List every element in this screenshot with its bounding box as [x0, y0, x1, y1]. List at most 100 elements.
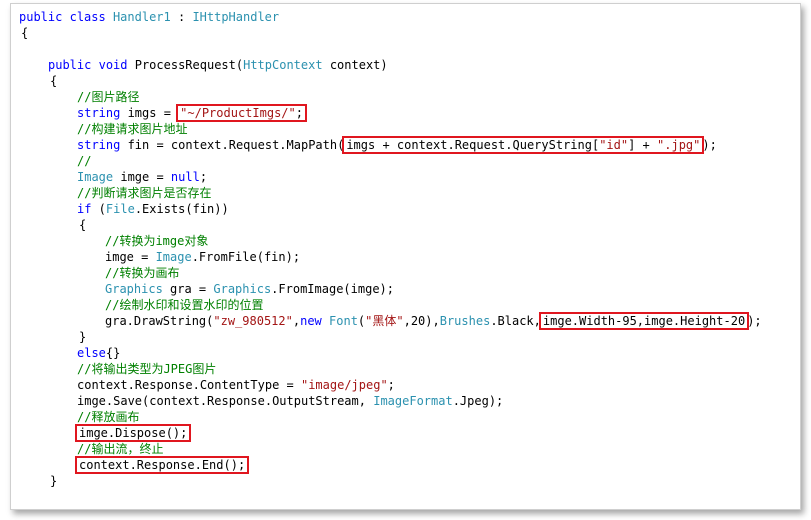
- string-literal: "zw_980512": [213, 314, 293, 328]
- code-line: gra.DrawString("zw_980512",new Font("黑体"…: [105, 312, 762, 330]
- code-line: //: [77, 153, 91, 169]
- keyword: null: [170, 170, 200, 184]
- type-name: ImageFormat: [373, 394, 453, 408]
- code-line: }: [50, 473, 57, 489]
- comment: //转换为imge对象: [105, 234, 209, 248]
- code-line: {: [50, 73, 57, 89]
- code-text: imgs =: [120, 106, 179, 120]
- code-line: }: [79, 329, 86, 345]
- code-text: ,: [292, 314, 301, 328]
- comment: //将输出类型为JPEG图片: [77, 362, 217, 376]
- code-line: //输出流，终止: [77, 441, 163, 457]
- code-line: string fin = context.Request.MapPath(img…: [77, 136, 717, 154]
- brace: {: [50, 74, 58, 88]
- bottom-fade: [11, 502, 800, 509]
- code-line: //将输出类型为JPEG图片: [77, 361, 216, 377]
- code-line: context.Response.End();: [75, 456, 250, 474]
- type-name: Image: [77, 170, 114, 184]
- code-line: imge.Save(context.Response.OutputStream,…: [77, 393, 503, 409]
- code-text: :: [170, 10, 193, 24]
- comment: //判断请求图片是否存在: [77, 186, 212, 200]
- code-text: .Black,: [490, 314, 541, 328]
- comment: //绘制水印和设置水印的位置: [105, 298, 264, 312]
- string-literal: "id": [599, 138, 629, 152]
- method-name: ProcessRequest(: [134, 58, 244, 72]
- code-line: public class Handler1 : IHttpHandler: [19, 9, 279, 25]
- code-line: context.Response.ContentType = "image/jp…: [77, 377, 395, 393]
- code-line: public void ProcessRequest(HttpContext c…: [48, 57, 388, 73]
- code-text: imge =: [105, 250, 156, 264]
- code-text: imge.Save(context.Response.OutputStream,: [77, 394, 374, 408]
- code-line: //释放画布: [77, 409, 139, 425]
- code-text: gra.DrawString(: [105, 314, 214, 328]
- highlight-box: imge.Dispose();: [75, 424, 192, 442]
- highlight-box: context.Response.End();: [75, 456, 250, 474]
- code-line: //转换为画布: [105, 265, 179, 281]
- code-text: .FromImage(imge);: [271, 282, 394, 296]
- highlight-box: "~/ProductImgs/";: [176, 104, 307, 122]
- code-text: imge =: [113, 170, 171, 184]
- code-text: ,20),: [403, 314, 440, 328]
- keyword: class: [69, 10, 106, 24]
- code-line: imge = Image.FromFile(fin);: [105, 249, 300, 265]
- keyword: public: [48, 58, 92, 72]
- code-text: fin = context.Request.MapPath(: [120, 138, 345, 152]
- code-line: if (File.Exists(fin)): [77, 201, 229, 217]
- code-text: {}: [105, 346, 121, 360]
- code-text: .Jpeg);: [452, 394, 504, 408]
- type-name: Graphics: [213, 282, 272, 296]
- string-literal: "~/ProductImgs/": [180, 106, 296, 120]
- code-text: gra =: [162, 282, 214, 296]
- code-text: context.Response.ContentType =: [77, 378, 301, 392]
- type-name: IHttpHandler: [192, 10, 280, 24]
- code-line: {: [79, 217, 86, 233]
- keyword: else: [77, 346, 106, 360]
- brace: }: [50, 474, 58, 488]
- comment: //转换为画布: [105, 266, 180, 280]
- code-line: //转换为imge对象: [105, 233, 208, 249]
- comment: //输出流，终止: [77, 442, 164, 456]
- string-literal: "黑体": [365, 314, 404, 328]
- brace: {: [79, 218, 87, 232]
- type-name: Image: [155, 250, 192, 264]
- code-line: //判断请求图片是否存在: [77, 185, 211, 201]
- code-line: Graphics gra = Graphics.FromImage(imge);: [105, 281, 394, 297]
- comment: //图片路径: [77, 90, 140, 104]
- code-text: );: [747, 314, 762, 328]
- code-text: .FromFile(fin);: [191, 250, 301, 264]
- code-line: //构建请求图片地址: [77, 121, 187, 137]
- code-text: context): [322, 58, 388, 72]
- keyword: string: [77, 106, 121, 120]
- type-name: Font: [329, 314, 358, 328]
- code-text: (: [91, 202, 106, 216]
- code-line: //图片路径: [77, 89, 139, 105]
- brace: }: [79, 330, 87, 344]
- keyword: if: [77, 202, 92, 216]
- code-editor: public class Handler1 : IHttpHandler { p…: [11, 4, 800, 509]
- string-literal: ".jpg": [657, 138, 701, 152]
- keyword: public: [19, 10, 63, 24]
- code-text: .Exists(fin)): [134, 202, 229, 216]
- type-name: File: [105, 202, 135, 216]
- code-text: );: [702, 138, 717, 152]
- type-name: HttpContext: [243, 58, 323, 72]
- code-line: //绘制水印和设置水印的位置: [105, 297, 263, 313]
- highlight-box: imge.Width-95,imge.Height-20: [538, 312, 750, 330]
- comment: //构建请求图片地址: [77, 122, 188, 136]
- code-text: ;: [199, 170, 208, 184]
- code-text: ;: [295, 106, 303, 120]
- type-name: Handler1: [112, 10, 171, 24]
- comment: //释放画布: [77, 410, 140, 424]
- code-text: imgs + context.Request.QueryString[: [346, 138, 600, 152]
- code-line: else{}: [77, 345, 120, 361]
- keyword: string: [77, 138, 121, 152]
- type-name: Graphics: [105, 282, 163, 296]
- brace: {: [21, 26, 29, 40]
- code-line: imge.Dispose();: [75, 424, 192, 442]
- screenshot-frame: public class Handler1 : IHttpHandler { p…: [10, 3, 801, 510]
- highlight-box: imgs + context.Request.QueryString["id"]…: [342, 136, 705, 154]
- code-text: ] +: [628, 138, 658, 152]
- comment: //: [77, 154, 92, 168]
- code-line: string imgs = "~/ProductImgs/";: [77, 104, 307, 122]
